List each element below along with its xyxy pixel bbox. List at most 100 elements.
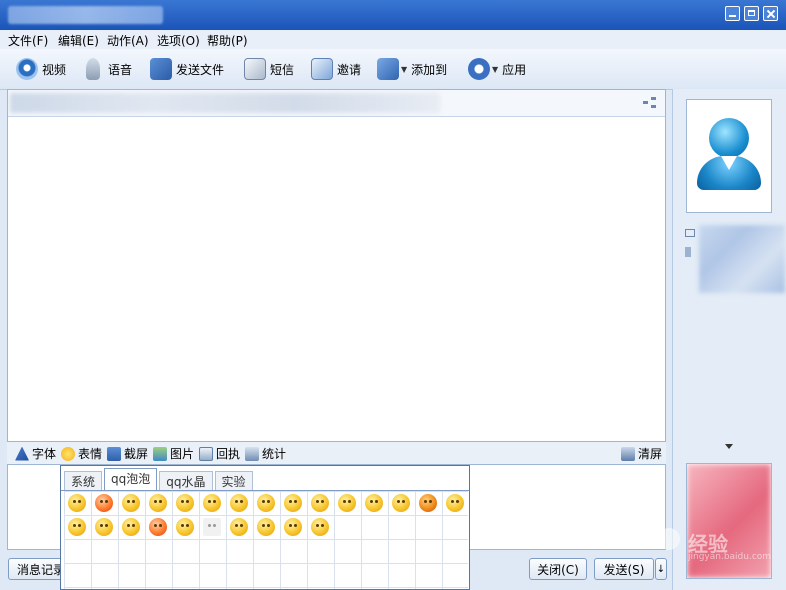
emoticon-item[interactable]	[284, 518, 302, 536]
chat-history-area[interactable]	[7, 89, 666, 442]
receipt-label: 回执	[216, 447, 241, 461]
sms-label: 短信	[270, 62, 295, 77]
tab-qq-bubble[interactable]: qq泡泡	[104, 468, 158, 490]
emoticon-item[interactable]	[203, 494, 221, 512]
emoticon-item[interactable]	[230, 494, 248, 512]
apps-label: 应用	[502, 62, 527, 77]
picture-label: 图片	[170, 447, 195, 461]
emoticon-item[interactable]	[446, 494, 464, 512]
apps-icon	[468, 58, 490, 80]
emoticon-item[interactable]	[149, 518, 167, 536]
sms-button[interactable]: 短信	[244, 57, 294, 81]
emoticon-item[interactable]	[122, 518, 140, 536]
contact-detail-icon	[685, 229, 695, 237]
minimize-button[interactable]	[725, 6, 740, 21]
emoticon-item[interactable]	[311, 494, 329, 512]
chat-header	[8, 90, 665, 117]
font-label: 字体	[32, 447, 57, 461]
baidu-watermark: Bai 经验 jingyan.baidu.com	[600, 522, 780, 562]
screenshot-button[interactable]: 截屏	[107, 445, 148, 462]
clear-screen-icon	[621, 446, 635, 461]
webcam-icon	[16, 58, 38, 80]
voice-label: 语音	[108, 62, 133, 77]
voice-button[interactable]: 语音	[82, 57, 132, 81]
microphone-icon	[86, 58, 100, 80]
video-button[interactable]: 视频	[16, 57, 66, 81]
dropdown-arrow-icon: ▼	[401, 64, 408, 74]
emoticon-item[interactable]	[392, 494, 410, 512]
emoticon-item[interactable]	[284, 494, 302, 512]
contact-details-blurred	[699, 225, 785, 293]
emoticon-tabs: 系统 qq泡泡 qq水晶 实验	[64, 468, 253, 490]
sidebar-collapse-toggle[interactable]	[673, 441, 786, 451]
video-label: 视频	[42, 62, 67, 77]
emoticon-item[interactable]	[122, 494, 140, 512]
input-toolbar: 字体 表情 截屏 图片 回执 统计 清屏	[7, 442, 666, 464]
menu-bar: 文件(F) 编辑(E) 动作(A) 选项(O) 帮助(P)	[0, 30, 786, 49]
add-to-label: 添加到	[411, 62, 448, 77]
emoticon-button[interactable]: 表情	[61, 445, 102, 462]
tree-view-icon[interactable]	[643, 97, 657, 109]
emoticon-item[interactable]	[419, 494, 437, 512]
watermark-brand: Bai	[600, 526, 640, 551]
title-bar[interactable]	[0, 0, 786, 30]
tab-system[interactable]: 系统	[64, 471, 103, 490]
font-icon	[15, 446, 29, 461]
emoticon-grid	[64, 491, 468, 589]
clear-screen-button[interactable]: 清屏	[621, 445, 662, 462]
emoticon-item[interactable]	[230, 518, 248, 536]
close-button[interactable]: 关闭(C)	[529, 558, 587, 580]
apps-button[interactable]: ▼ 应用	[468, 57, 526, 81]
stats-icon	[245, 446, 259, 461]
smiley-icon	[61, 446, 75, 461]
contact-sidebar	[672, 89, 786, 590]
menu-options[interactable]: 选项(O)	[157, 32, 200, 49]
screenshot-icon	[107, 446, 121, 461]
screenshot-label: 截屏	[124, 447, 149, 461]
emoticon-item[interactable]	[257, 518, 275, 536]
add-to-button[interactable]: ▼ 添加到	[377, 57, 447, 81]
emoticon-item[interactable]	[68, 494, 86, 512]
emoticon-item[interactable]	[203, 518, 221, 536]
tab-experimental[interactable]: 实验	[214, 471, 253, 490]
emoticon-panel: 系统 qq泡泡 qq水晶 实验	[60, 465, 470, 590]
menu-help[interactable]: 帮助(P)	[207, 32, 248, 49]
tab-qq-crystal[interactable]: qq水晶	[159, 471, 213, 490]
menu-file[interactable]: 文件(F)	[8, 32, 48, 49]
emoticon-item[interactable]	[95, 494, 113, 512]
emoticon-item[interactable]	[176, 518, 194, 536]
maximize-button[interactable]	[744, 6, 759, 21]
emoticon-item[interactable]	[68, 518, 86, 536]
font-button[interactable]: 字体	[15, 445, 56, 462]
stats-button[interactable]: 统计	[245, 445, 286, 462]
avatar-head	[709, 118, 749, 158]
picture-button[interactable]: 图片	[153, 445, 194, 462]
watermark-url: jingyan.baidu.com	[688, 552, 772, 562]
receipt-button[interactable]: 回执	[199, 445, 240, 462]
invite-button[interactable]: 邀请	[311, 57, 361, 81]
stats-label: 统计	[262, 447, 287, 461]
emoticon-item[interactable]	[311, 518, 329, 536]
sms-icon	[244, 58, 266, 80]
contact-avatar[interactable]	[686, 99, 772, 213]
invite-label: 邀请	[337, 62, 362, 77]
emoticon-label: 表情	[78, 447, 103, 461]
clear-label: 清屏	[638, 447, 663, 461]
send-file-label: 发送文件	[176, 62, 225, 77]
send-file-button[interactable]: 发送文件	[150, 57, 224, 81]
emoticon-item[interactable]	[95, 518, 113, 536]
emoticon-item[interactable]	[338, 494, 356, 512]
close-window-button[interactable]	[763, 6, 778, 21]
menu-edit[interactable]: 编辑(E)	[58, 32, 99, 49]
dropdown-arrow-icon: ▼	[492, 64, 499, 74]
emoticon-item[interactable]	[365, 494, 383, 512]
menu-action[interactable]: 动作(A)	[107, 32, 149, 49]
contact-info-blurred	[10, 93, 440, 113]
emoticon-item[interactable]	[257, 494, 275, 512]
emoticon-item[interactable]	[176, 494, 194, 512]
receipt-icon	[199, 446, 213, 461]
invite-icon	[311, 58, 333, 80]
emoticon-item[interactable]	[149, 494, 167, 512]
window-title-blurred	[8, 6, 163, 24]
message-history-button[interactable]: 消息记录	[8, 558, 68, 580]
